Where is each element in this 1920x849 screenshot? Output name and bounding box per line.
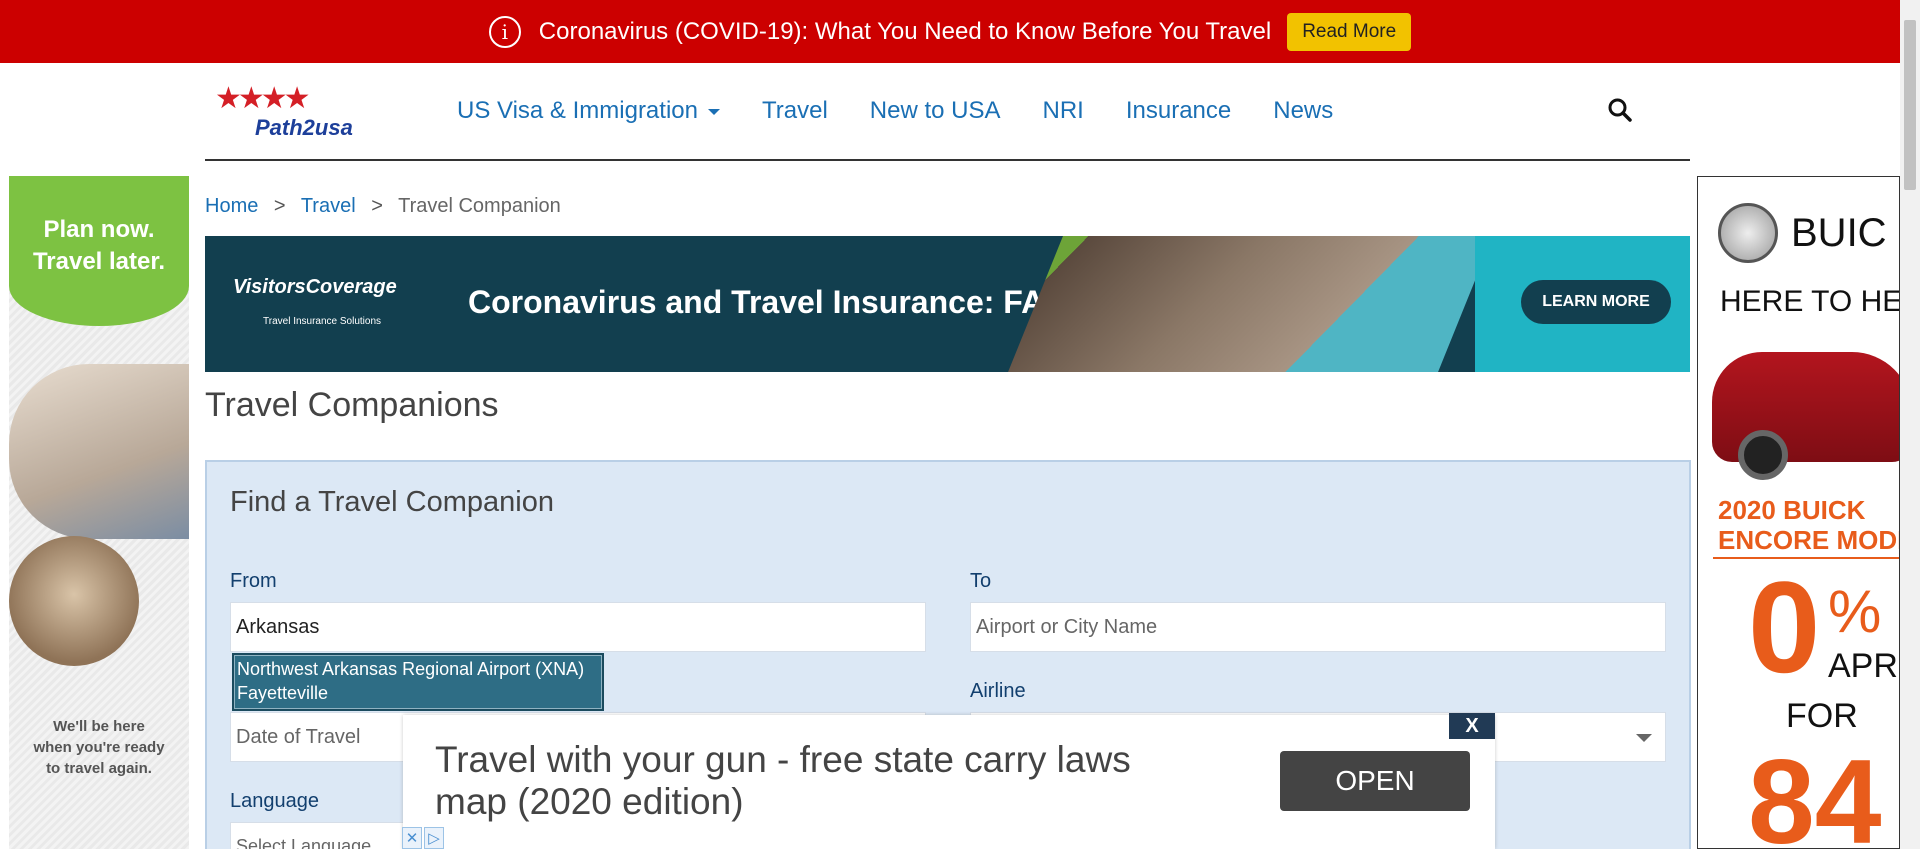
adchoices[interactable]: ✕ ▷ (402, 827, 444, 849)
autocomplete-suggestion[interactable]: Northwest Arkansas Regional Airport (XNA… (232, 653, 604, 711)
from-input[interactable]: Arkansas (230, 602, 926, 652)
visitorscoverage-subtitle: Travel Insurance Solutions (263, 316, 382, 327)
learn-more-button[interactable]: LEARN MORE (1521, 280, 1671, 324)
family-photo (9, 364, 189, 539)
right-ad-apr: APR (1828, 647, 1898, 685)
right-ad-brand: BUIC (1791, 211, 1887, 255)
close-ad-button[interactable]: X (1449, 713, 1495, 739)
right-side-ad[interactable]: BUIC HERE TO HE 2020 BUICK ENCORE MODE 0… (1697, 176, 1900, 849)
right-ad-model: 2020 BUICK ENCORE MODE (1718, 495, 1900, 555)
chevron-down-icon (707, 108, 720, 115)
couple-photo (9, 536, 139, 666)
right-ad-for: FOR (1786, 697, 1858, 735)
breadcrumb: Home > Travel > Travel Companion (205, 195, 561, 218)
breadcrumb-home[interactable]: Home (205, 195, 258, 217)
alert-message[interactable]: Coronavirus (COVID-19): What You Need to… (539, 18, 1271, 46)
site-header: ★★★★ Path2usa US Visa & Immigration Trav… (205, 63, 1690, 161)
adchoices-icon[interactable]: ▷ (424, 827, 444, 849)
language-label: Language (230, 790, 319, 812)
logo-text: Path2usa (255, 115, 353, 140)
right-ad-percent: % (1828, 578, 1882, 645)
nav-new-to-usa[interactable]: New to USA (870, 97, 1001, 125)
right-ad-months: 84 (1748, 735, 1882, 849)
nav-news[interactable]: News (1273, 97, 1333, 125)
right-ad-line: HERE TO HE (1720, 285, 1900, 318)
right-ad-rate: 0 (1748, 554, 1821, 700)
nav-travel[interactable]: Travel (762, 97, 828, 125)
airline-label: Airline (970, 680, 1026, 702)
scrollbar-thumb[interactable] (1904, 20, 1916, 190)
left-ad-headline: Plan now. Travel later. (9, 176, 189, 326)
covid-alert-bar: i Coronavirus (COVID-19): What You Need … (0, 0, 1900, 63)
chevron-down-icon (1636, 734, 1652, 742)
nav-insurance[interactable]: Insurance (1126, 97, 1231, 125)
nav-nri[interactable]: NRI (1043, 97, 1084, 125)
open-ad-button[interactable]: OPEN (1280, 751, 1470, 811)
path2usa-logo[interactable]: ★★★★ Path2usa (215, 81, 405, 145)
left-side-ad[interactable]: Plan now. Travel later. We'll be here wh… (9, 176, 189, 849)
nav-us-visa[interactable]: US Visa & Immigration (457, 97, 720, 125)
insurance-banner-ad[interactable]: VisitorsCoverage Travel Insurance Soluti… (205, 236, 1690, 372)
from-label: From (230, 570, 277, 592)
page-title: Travel Companions (205, 386, 499, 424)
search-icon[interactable] (1607, 97, 1633, 123)
breadcrumb-current: Travel Companion (398, 195, 561, 217)
bottom-ad-text[interactable]: Travel with your gun - free state carry … (435, 739, 1205, 823)
banner-image (1008, 236, 1493, 372)
breadcrumb-separator: > (371, 195, 383, 217)
breadcrumb-travel[interactable]: Travel (301, 195, 356, 217)
buick-logo-icon (1718, 203, 1778, 263)
info-icon: i (488, 15, 521, 48)
suggestion-city: Fayetteville (237, 683, 329, 703)
suggestion-airport: Northwest Arkansas Regional Airport (XNA… (237, 659, 585, 679)
left-ad-tagline: We'll be here when you're ready to trave… (33, 718, 165, 777)
bottom-overlay-ad[interactable]: X Travel with your gun - free state carr… (403, 713, 1495, 849)
to-label: To (970, 570, 992, 592)
to-input[interactable]: Airport or City Name (970, 602, 1666, 652)
visitorscoverage-logo: VisitorsCoverage (233, 276, 397, 298)
banner-headline: Coronavirus and Travel Insurance: FAQs (468, 284, 1087, 320)
read-more-button[interactable]: Read More (1287, 12, 1412, 51)
logo-stars-icon: ★★★★ (215, 82, 311, 115)
main-nav: US Visa & Immigration Travel New to USA … (457, 63, 1333, 159)
close-icon[interactable]: ✕ (402, 827, 422, 849)
panel-title: Find a Travel Companion (230, 486, 554, 518)
breadcrumb-separator: > (273, 195, 286, 217)
page-scrollbar[interactable] (1900, 0, 1920, 849)
car-image (1712, 352, 1899, 480)
